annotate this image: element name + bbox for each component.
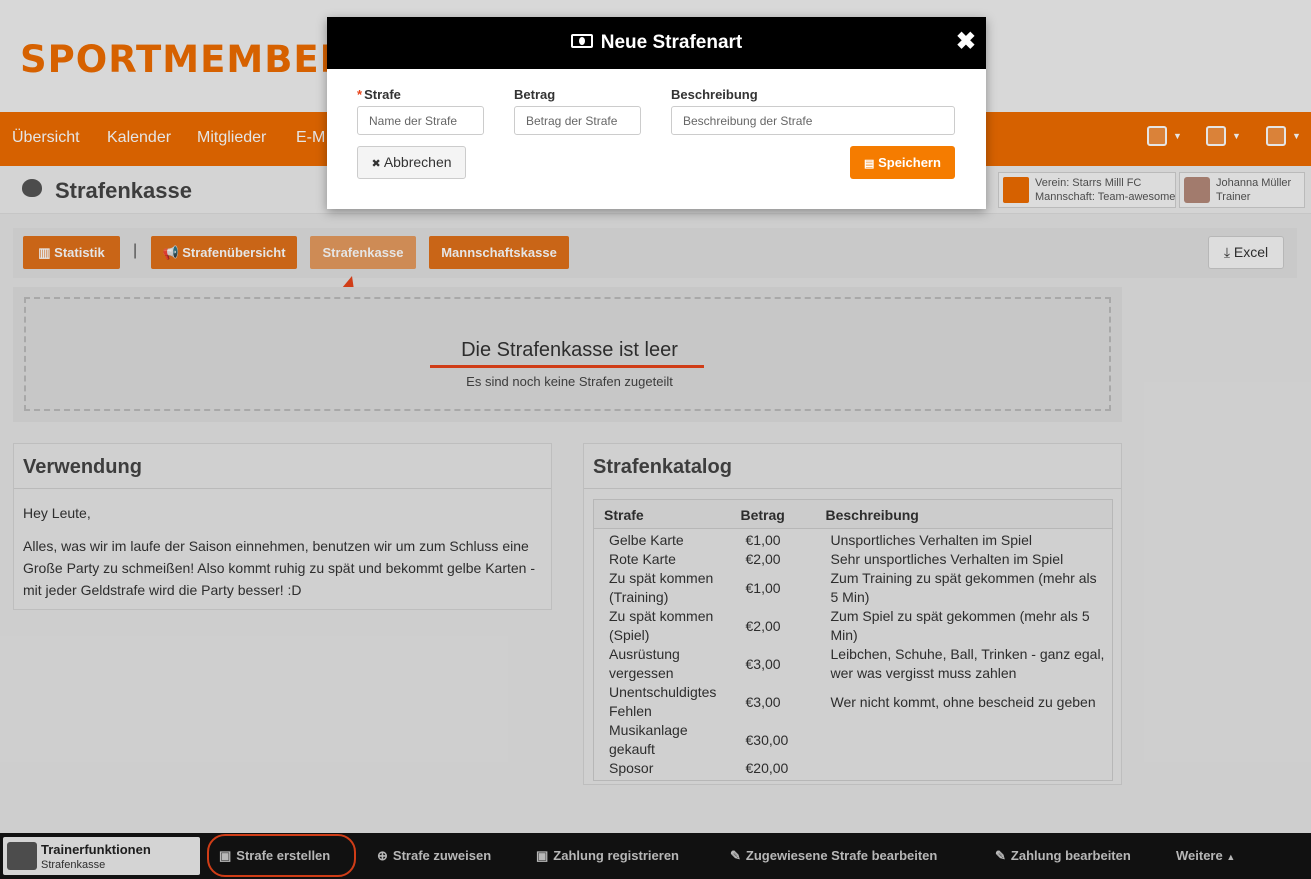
save-label: Speichern — [878, 155, 941, 170]
modal-header: Neue Strafenart ✖ — [327, 17, 986, 69]
modal-title: Neue Strafenart — [327, 32, 986, 54]
betrag-input[interactable] — [514, 106, 641, 135]
strafe-name-input[interactable] — [357, 106, 484, 135]
floppy-disk-icon: ▤ — [864, 158, 875, 170]
close-icon: ✖ — [371, 158, 381, 170]
close-icon[interactable]: ✖ — [956, 30, 976, 54]
strafe-label-text: Strafe — [364, 87, 401, 102]
save-button[interactable]: ▤ Speichern — [850, 146, 955, 179]
beschreibung-input[interactable] — [671, 106, 955, 135]
strafe-label: * Strafe — [357, 87, 401, 102]
required-marker: * — [357, 87, 363, 102]
betrag-label: Betrag — [514, 87, 556, 102]
neue-strafenart-modal: Neue Strafenart ✖ * Strafe Betrag Beschre… — [327, 17, 986, 209]
money-icon — [570, 33, 593, 48]
beschreibung-label: Beschreibung — [671, 87, 758, 102]
modal-title-text: Neue Strafenart — [600, 32, 743, 53]
cancel-button[interactable]: ✖ Abbrechen — [357, 146, 466, 179]
cancel-label: Abbrechen — [383, 154, 452, 170]
